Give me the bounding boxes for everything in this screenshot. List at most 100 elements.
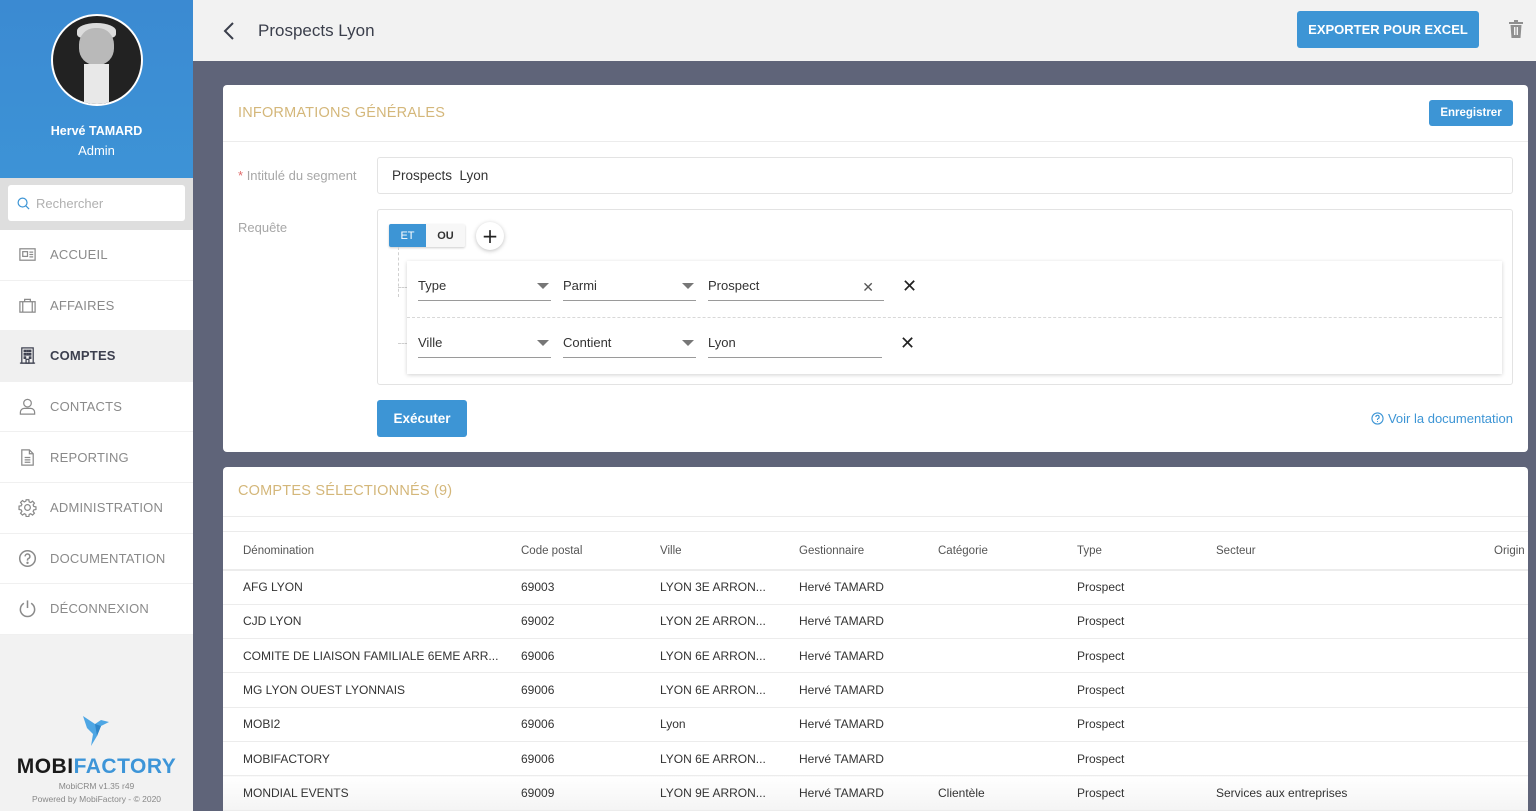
caret-down-icon	[537, 340, 549, 346]
execute-button[interactable]: Exécuter	[377, 400, 467, 437]
table-cell: Lyon	[660, 707, 799, 742]
table-cell: Hervé TAMARD	[799, 604, 938, 640]
section-title: COMPTES SÉLECTIONNÉS (9)	[238, 483, 453, 499]
column-header[interactable]: Code postal	[521, 532, 660, 571]
sidebar-item-contacts[interactable]: CONTACTS	[0, 381, 193, 433]
sidebar-nav: ACCUEIL AFFAIRES COMPTES CONTACTS REPORT…	[0, 230, 193, 635]
user-profile: Hervé TAMARD Admin	[0, 0, 193, 178]
sidebar-item-reporting[interactable]: REPORTING	[0, 432, 193, 483]
help-circle-icon	[17, 548, 37, 568]
add-rule-button[interactable]: +	[476, 222, 504, 250]
table-cell: Hervé TAMARD	[799, 672, 938, 708]
table-cell: AFG LYON	[223, 570, 521, 605]
table-cell	[938, 570, 1077, 605]
newspaper-icon	[17, 245, 37, 265]
sidebar: Hervé TAMARD Admin ACCUEIL AFFAIRES COMP…	[0, 0, 193, 811]
rules-list: Type Parmi Prospect ✕ ✕ Ville Contient L…	[407, 261, 1502, 374]
segment-label: * Intitulé du segment	[238, 168, 357, 183]
operator-select[interactable]: Contient	[563, 332, 696, 358]
table-cell: Services aux entreprises	[1216, 775, 1494, 811]
delete-button[interactable]	[1508, 20, 1524, 38]
table-row[interactable]: AFG LYON 69003 LYON 3E ARRON... Hervé TAMAR…	[223, 570, 1528, 605]
table-cell: LYON 6E ARRON...	[660, 672, 799, 708]
sidebar-item-label: REPORTING	[50, 449, 129, 465]
table-cell	[1216, 707, 1494, 742]
table-row[interactable]: COMITE DE LIAISON FAMILIALE 6EME ARR... 6…	[223, 638, 1528, 674]
column-header[interactable]: Catégorie	[938, 532, 1077, 571]
table-cell: CJD LYON	[223, 604, 521, 640]
column-header[interactable]: Type	[1077, 532, 1216, 571]
sidebar-item-affaires[interactable]: AFFAIRES	[0, 280, 193, 332]
page-title: Prospects Lyon	[258, 20, 375, 40]
section-title: INFORMATIONS GÉNÉRALES	[238, 105, 446, 121]
sidebar-item-deconnexion[interactable]: DÉCONNEXION	[0, 584, 193, 635]
sidebar-item-comptes[interactable]: COMPTES	[0, 331, 193, 382]
table-cell	[1494, 741, 1528, 777]
operator-select[interactable]: Parmi	[563, 275, 696, 301]
and-toggle-button[interactable]: ET	[389, 224, 426, 247]
table-cell	[1494, 707, 1528, 742]
table-cell	[1494, 775, 1528, 811]
table-cell: LYON 6E ARRON...	[660, 638, 799, 674]
avatar[interactable]	[50, 14, 143, 106]
field-select[interactable]: Type	[418, 275, 551, 301]
table-cell: Prospect	[1077, 672, 1216, 708]
rule-row: Type Parmi Prospect ✕ ✕	[407, 261, 1502, 317]
value-field[interactable]: Lyon	[708, 332, 882, 358]
back-button[interactable]	[223, 21, 243, 41]
column-header[interactable]: Dénomination	[223, 532, 521, 571]
sidebar-item-label: AFFAIRES	[50, 297, 115, 313]
briefcase-icon	[17, 295, 37, 315]
table-cell: 69009	[521, 775, 660, 811]
user-icon	[17, 397, 37, 417]
search-box	[8, 185, 185, 221]
column-header[interactable]: Origin	[1494, 532, 1528, 571]
table-cell: LYON 6E ARRON...	[660, 741, 799, 777]
table-cell: 69006	[521, 638, 660, 674]
table-cell: COMITE DE LIAISON FAMILIALE 6EME ARR...	[223, 638, 521, 674]
table-cell	[1494, 638, 1528, 674]
selected-accounts-card: COMPTES SÉLECTIONNÉS (9) Dénomination Co…	[223, 467, 1528, 811]
table-cell: Hervé TAMARD	[799, 707, 938, 742]
caret-down-icon	[682, 340, 694, 346]
table-cell: 69006	[521, 707, 660, 742]
table-cell: MG LYON OUEST LYONNAIS	[223, 672, 521, 708]
document-icon	[17, 447, 37, 467]
table-cell	[1216, 604, 1494, 640]
table-cell: Hervé TAMARD	[799, 570, 938, 605]
accounts-table: Dénomination Code postal Ville Gestionna…	[223, 532, 1528, 811]
value-field[interactable]: Prospect ✕	[708, 275, 884, 301]
table-cell: Prospect	[1077, 570, 1216, 605]
column-header[interactable]: Secteur	[1216, 532, 1494, 571]
table-row[interactable]: CJD LYON 69002 LYON 2E ARRON... Hervé TAMAR…	[223, 604, 1528, 640]
column-header[interactable]: Gestionnaire	[799, 532, 938, 571]
sidebar-item-administration[interactable]: ADMINISTRATION	[0, 482, 193, 534]
table-cell: Prospect	[1077, 741, 1216, 777]
segment-name-input[interactable]	[377, 157, 1513, 194]
export-excel-button[interactable]: EXPORTER POUR EXCEL	[1297, 11, 1479, 48]
field-select[interactable]: Ville	[418, 332, 551, 358]
sidebar-item-label: COMPTES	[50, 348, 116, 364]
or-toggle-button[interactable]: OU	[426, 224, 465, 247]
table-cell: Prospect	[1077, 775, 1216, 811]
brand-footer: MOBIFACTORY MobiCRM v1.35 r49 Powered by…	[0, 714, 193, 805]
sidebar-item-accueil[interactable]: ACCUEIL	[0, 230, 193, 281]
table-row[interactable]: MG LYON OUEST LYONNAIS 69006 LYON 6E ARRON…	[223, 672, 1528, 708]
search-bar	[0, 178, 193, 230]
remove-rule-icon[interactable]: ✕	[900, 333, 915, 354]
rule-row: Ville Contient Lyon ✕	[407, 318, 1502, 374]
sidebar-item-documentation[interactable]: DOCUMENTATION	[0, 533, 193, 585]
table-cell	[938, 638, 1077, 674]
remove-rule-icon[interactable]: ✕	[902, 276, 917, 297]
table-row[interactable]: MOBIFACTORY 69006 LYON 6E ARRON... Hervé TA…	[223, 741, 1528, 777]
save-button[interactable]: Enregistrer	[1429, 100, 1513, 126]
table-row[interactable]: MONDIAL EVENTS 69009 LYON 9E ARRON... Hervé…	[223, 775, 1528, 811]
documentation-link[interactable]: Voir la documentation	[1371, 411, 1513, 426]
table-cell	[938, 604, 1077, 640]
search-input[interactable]	[36, 195, 176, 211]
clear-value-icon[interactable]: ✕	[862, 279, 874, 296]
sidebar-item-label: ACCUEIL	[50, 247, 108, 263]
logic-toggle: ET OU	[389, 224, 465, 247]
column-header[interactable]: Ville	[660, 532, 799, 571]
table-row[interactable]: MOBI2 69006 Lyon Hervé TAMARD Prospect	[223, 707, 1528, 742]
